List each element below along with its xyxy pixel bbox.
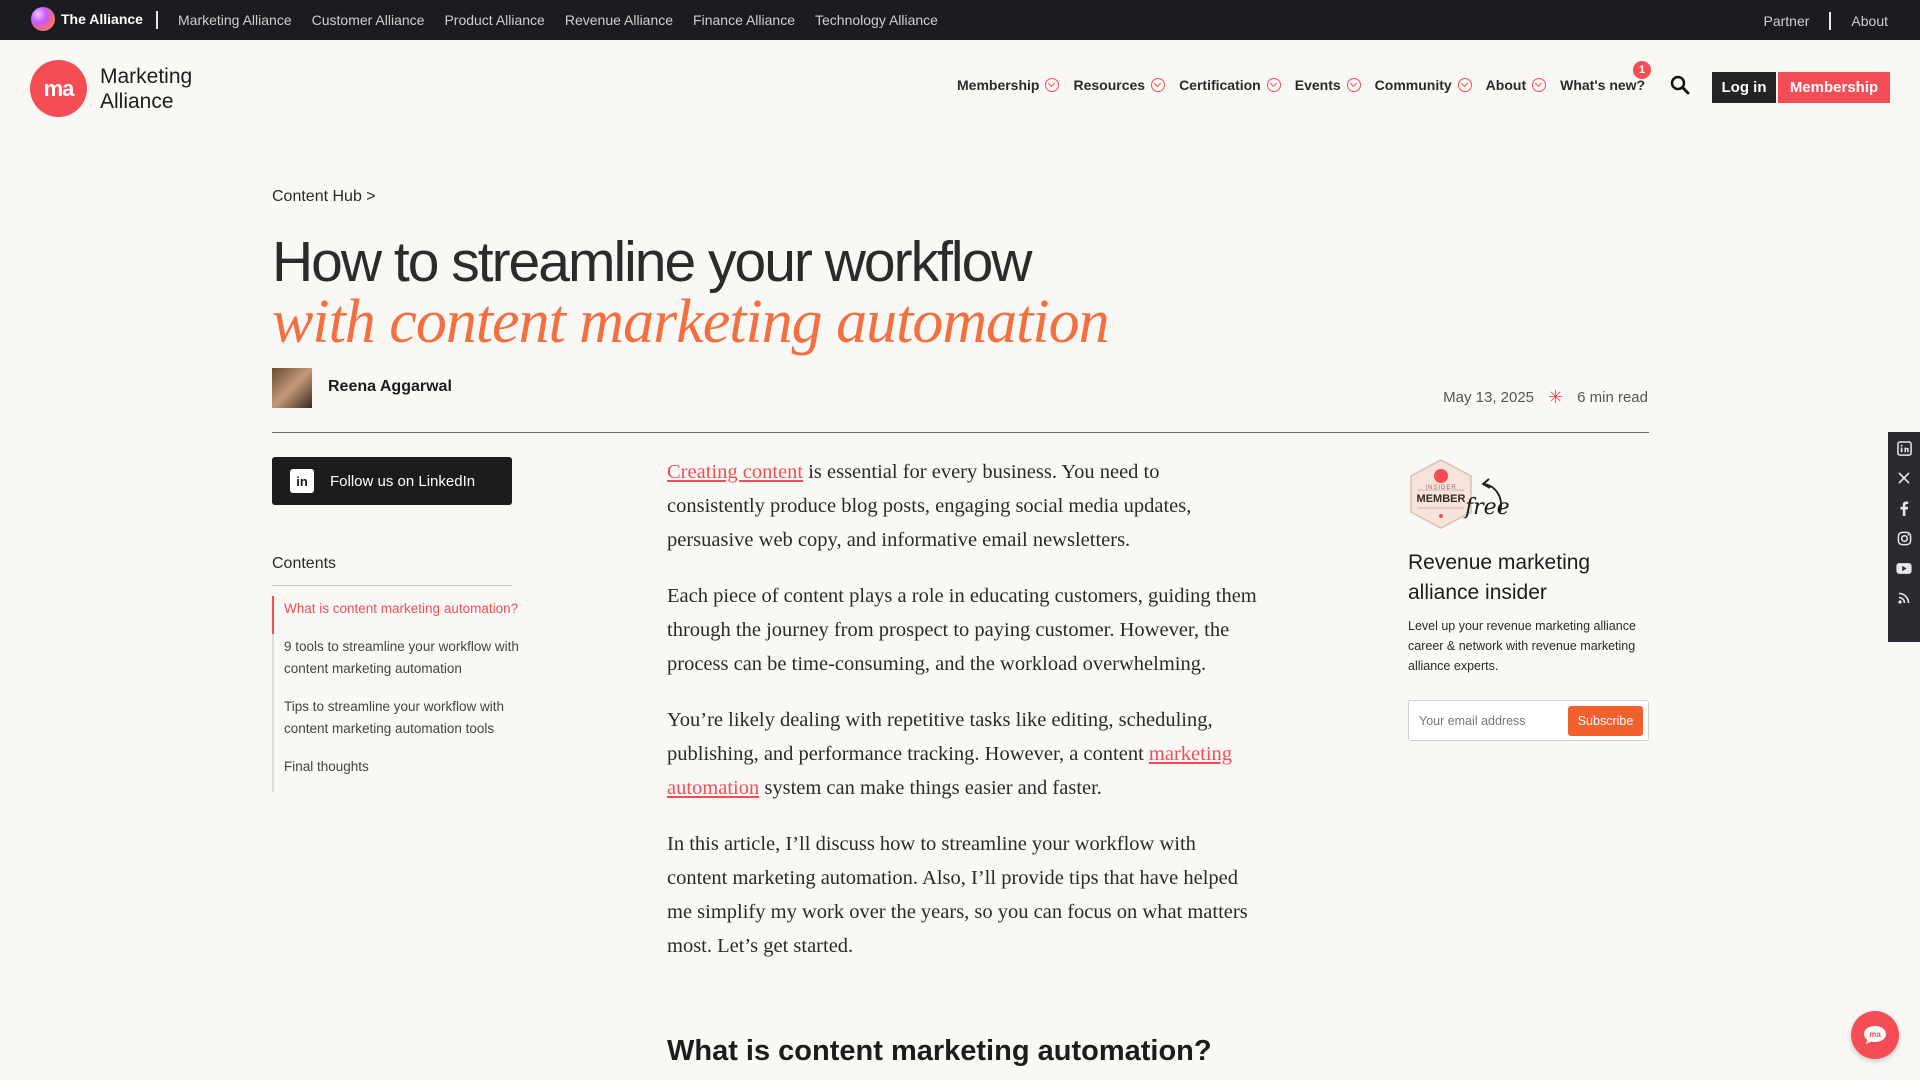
nav-about[interactable]: About <box>1485 77 1547 93</box>
nav-community[interactable]: Community <box>1375 77 1472 93</box>
title-line1: How to streamline your workflow <box>272 230 1032 294</box>
linkedin-icon: in <box>290 469 314 493</box>
paragraph-text: system can make things easier and faster… <box>759 777 1102 799</box>
email-input[interactable] <box>1419 709 1564 733</box>
topbar-link-finance[interactable]: Finance Alliance <box>693 12 795 28</box>
alliance-brand-text: The Alliance <box>61 11 143 27</box>
title-line2: with content marketing automation <box>272 288 1110 356</box>
topbar-right: Partner About <box>1763 12 1888 30</box>
follow-linkedin-label: Follow us on LinkedIn <box>330 472 476 490</box>
insider-description: Level up your revenue marketing alliance… <box>1408 619 1636 673</box>
page-title: How to streamline your workflow with con… <box>272 230 1272 356</box>
alliance-orb-icon <box>31 7 55 31</box>
chevron-down-icon <box>1045 78 1060 92</box>
topbar-link-partner[interactable]: Partner <box>1763 13 1809 29</box>
topbar-link-technology[interactable]: Technology Alliance <box>815 12 938 28</box>
article-body: Creating content is essential for every … <box>667 455 1257 985</box>
nav-membership[interactable]: Membership <box>957 77 1060 93</box>
linkedin-icon[interactable] <box>1896 440 1912 456</box>
nav-label: Resources <box>1073 77 1146 93</box>
nav-label: Community <box>1374 77 1452 93</box>
alliance-links: Marketing Alliance Customer Alliance Pro… <box>178 12 938 28</box>
nav-certification[interactable]: Certification <box>1179 77 1281 93</box>
main-nav: Membership Resources Certification Event… <box>957 61 1652 93</box>
chat-bubble-icon: ma <box>1864 1026 1886 1044</box>
nav-label: Certification <box>1179 77 1261 93</box>
toc-item[interactable]: Tips to streamline your workflow with co… <box>272 694 532 754</box>
facebook-icon[interactable] <box>1896 500 1912 516</box>
search-icon[interactable] <box>1670 75 1690 95</box>
topbar-divider <box>156 11 158 29</box>
section-heading: What is content marketing automation? <box>667 1035 1212 1067</box>
topbar-link-product[interactable]: Product Alliance <box>444 12 544 28</box>
membership-button[interactable]: Membership <box>1778 72 1890 103</box>
paragraph-text: You’re likely dealing with repetitive ta… <box>667 709 1213 765</box>
asterisk-icon: ✳ <box>1548 387 1564 407</box>
header-divider <box>272 432 1649 433</box>
contents-title: Contents <box>272 555 337 572</box>
topbar-link-revenue[interactable]: Revenue Alliance <box>565 12 673 28</box>
toc-item[interactable]: What is content marketing automation? <box>272 596 532 634</box>
marketing-alliance-logo-text[interactable]: Marketing Alliance <box>100 64 192 114</box>
x-icon[interactable] <box>1896 470 1912 486</box>
the-alliance-logo[interactable]: The Alliance <box>31 7 143 31</box>
paragraph: In this article, I’ll discuss how to str… <box>667 833 1248 957</box>
logo-line1: Marketing <box>100 65 193 88</box>
login-button[interactable]: Log in <box>1712 72 1776 103</box>
toc-item[interactable]: 9 tools to streamline your workflow with… <box>272 634 532 694</box>
free-handwritten-text: free <box>1465 495 1510 520</box>
marketing-alliance-logo-mark[interactable]: ma <box>30 60 87 117</box>
paragraph: Creating content is essential for every … <box>667 455 1257 557</box>
chevron-down-icon <box>1151 78 1166 92</box>
chat-widget-button[interactable]: ma <box>1851 1011 1899 1059</box>
instagram-icon[interactable] <box>1896 530 1912 546</box>
contents-divider <box>272 585 512 586</box>
social-share-rail <box>1888 432 1920 642</box>
topbar-link-about[interactable]: About <box>1851 13 1888 29</box>
nav-events[interactable]: Events <box>1295 77 1361 93</box>
logo-line2: Alliance <box>100 90 174 113</box>
nav-resources[interactable]: Resources <box>1073 77 1166 93</box>
topbar-link-customer[interactable]: Customer Alliance <box>312 12 425 28</box>
author-avatar[interactable] <box>272 368 312 408</box>
chevron-down-icon <box>1532 78 1547 92</box>
paragraph: You’re likely dealing with repetitive ta… <box>667 703 1257 805</box>
badge-insider-text: INSIDER <box>1425 485 1457 491</box>
nav-whats-new[interactable]: What's new? 1 <box>1560 61 1652 93</box>
toc-item[interactable]: Final thoughts <box>272 754 532 792</box>
read-time: 6 min read <box>1577 389 1648 406</box>
table-of-contents: What is content marketing automation? 9 … <box>272 596 532 792</box>
insider-title: Revenue marketing alliance insider <box>1408 551 1591 604</box>
alliance-topbar: The Alliance Marketing Alliance Customer… <box>0 0 1920 40</box>
article-meta: May 13, 2025 ✳ 6 min read <box>1443 387 1648 408</box>
rss-icon[interactable] <box>1896 590 1912 606</box>
subscribe-form: Subscribe <box>1408 700 1649 741</box>
follow-linkedin-button[interactable]: in Follow us on LinkedIn <box>272 457 512 505</box>
svg-text:ma: ma <box>1869 1030 1881 1039</box>
author-name[interactable]: Reena Aggarwal <box>328 378 452 396</box>
nav-label: Membership <box>957 77 1040 93</box>
publish-date: May 13, 2025 <box>1443 389 1535 406</box>
topbar-right-divider <box>1829 12 1832 30</box>
topbar-link-marketing[interactable]: Marketing Alliance <box>178 12 292 28</box>
nav-label: About <box>1485 77 1527 93</box>
chevron-down-icon <box>1346 78 1361 92</box>
paragraph: Each piece of content plays a role in ed… <box>667 585 1257 675</box>
subscribe-button[interactable]: Subscribe <box>1568 706 1643 736</box>
breadcrumb[interactable]: Content Hub > <box>272 188 376 206</box>
nav-label: Events <box>1294 77 1341 93</box>
creating-content-link[interactable]: Creating content <box>667 461 803 483</box>
notification-badge: 1 <box>1633 61 1652 79</box>
youtube-icon[interactable] <box>1896 560 1912 576</box>
chevron-down-icon <box>1457 78 1472 92</box>
nav-label: What's new? <box>1560 77 1646 93</box>
chevron-down-icon <box>1266 78 1281 92</box>
